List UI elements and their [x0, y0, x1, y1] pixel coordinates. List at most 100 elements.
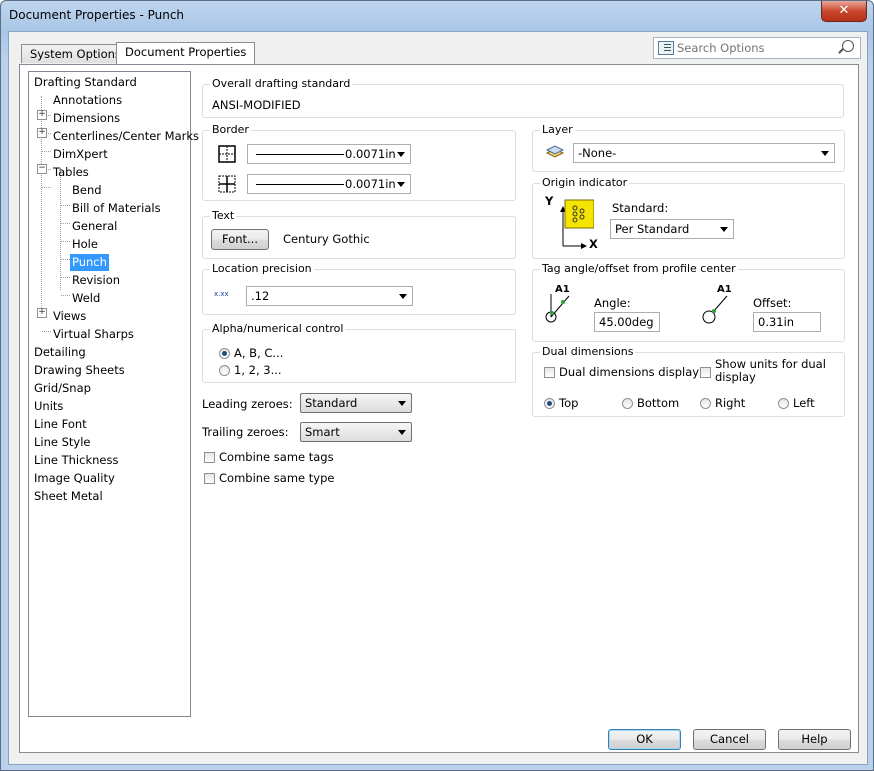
numerical-option-label[interactable]: 1, 2, 3... — [234, 363, 282, 377]
ok-button[interactable]: OK — [608, 729, 681, 750]
cancel-button[interactable]: Cancel — [693, 729, 766, 750]
options-tree[interactable]: Drafting Standard + Annotations + Dimens… — [28, 71, 199, 717]
precision-icon: x.xx — [214, 290, 229, 298]
border-outer-icon — [218, 145, 236, 163]
tag-angle-group: Tag angle/offset from profile center A1 … — [532, 262, 845, 342]
layers-icon — [545, 145, 565, 158]
tree-item-units[interactable]: Units — [32, 398, 65, 415]
overall-standard-value: ANSI-MODIFIED — [212, 98, 301, 112]
chevron-down-icon — [397, 182, 405, 187]
tree-item-general[interactable]: General — [70, 218, 119, 235]
dual-left-label[interactable]: Left — [793, 396, 815, 410]
dual-top-label[interactable]: Top — [559, 396, 578, 410]
tag-offset-icon-text: A1 — [717, 284, 732, 295]
chevron-down-icon — [399, 294, 407, 299]
border-thickness-2-dropdown[interactable]: 0.0071in — [247, 174, 411, 194]
line-sample — [256, 154, 344, 155]
alpha-radio[interactable] — [219, 348, 230, 359]
border-group: Border 0.0071in 0.0071in — [202, 123, 516, 201]
origin-standard-dropdown[interactable]: Per Standard — [610, 219, 734, 239]
location-precision-dropdown[interactable]: .12 — [246, 286, 413, 306]
tree-item-punch[interactable]: Punch — [70, 254, 109, 271]
dual-bottom-label[interactable]: Bottom — [637, 396, 679, 410]
tree-item-drafting-standard[interactable]: Drafting Standard — [32, 74, 139, 91]
tree-item-bend[interactable]: Bend — [70, 182, 104, 199]
combine-type-checkbox[interactable] — [204, 473, 215, 484]
help-button[interactable]: Help — [778, 729, 851, 750]
tree-item-line-thickness[interactable]: Line Thickness — [32, 452, 120, 469]
collapse-icon[interactable]: − — [37, 164, 47, 174]
chevron-down-icon — [398, 401, 406, 406]
combine-type-label[interactable]: Combine same type — [219, 471, 334, 485]
font-name: Century Gothic — [283, 232, 370, 246]
dialog-body: System Options Document Properties Searc… — [8, 31, 868, 765]
expand-icon[interactable]: + — [37, 110, 47, 120]
combine-tags-label[interactable]: Combine same tags — [219, 450, 334, 464]
tree-item-line-style[interactable]: Line Style — [32, 434, 93, 451]
chevron-down-icon — [397, 152, 405, 157]
tree-item-grid-snap[interactable]: Grid/Snap — [32, 380, 93, 397]
expand-icon[interactable]: + — [37, 128, 47, 138]
tree-item-virtual-sharps[interactable]: Virtual Sharps — [51, 326, 136, 343]
tree-item-hole[interactable]: Hole — [70, 236, 100, 253]
alpha-numerical-group: Alpha/numerical control A, B, C... 1, 2,… — [202, 322, 516, 383]
dual-bottom-radio[interactable] — [622, 398, 633, 409]
location-precision-label: Location precision — [210, 262, 314, 275]
tree-item-revision[interactable]: Revision — [70, 272, 122, 289]
tree-item-centerlines[interactable]: Centerlines/Center Marks — [51, 128, 201, 145]
tree-item-annotations[interactable]: Annotations — [51, 92, 124, 109]
chevron-down-icon — [821, 151, 829, 156]
tree-item-image-quality[interactable]: Image Quality — [32, 470, 117, 487]
border-inner-icon — [218, 175, 236, 193]
dual-display-label[interactable]: Dual dimensions display — [559, 365, 699, 379]
close-icon: ✕ — [838, 3, 850, 18]
show-units-checkbox[interactable] — [700, 367, 711, 378]
tree-item-weld[interactable]: Weld — [70, 290, 102, 307]
tree-item-dimxpert[interactable]: DimXpert — [51, 146, 110, 163]
border-thickness-1-dropdown[interactable]: 0.0071in — [247, 144, 411, 164]
tree-item-tables[interactable]: Tables — [51, 164, 91, 181]
combine-tags-checkbox[interactable] — [204, 452, 215, 463]
expand-icon[interactable]: + — [37, 308, 47, 318]
layer-dropdown[interactable]: -None- — [573, 143, 835, 163]
text-label: Text — [210, 209, 237, 222]
tree-item-line-font[interactable]: Line Font — [32, 416, 89, 433]
title-bar[interactable]: Document Properties - Punch ✕ — [1, 1, 873, 31]
dual-right-label[interactable]: Right — [715, 396, 745, 410]
offset-label: Offset: — [753, 296, 792, 310]
leading-zeroes-dropdown[interactable]: Standard — [300, 393, 412, 413]
show-units-label[interactable]: Show units for dual display — [715, 358, 830, 384]
tag-angle-icon-text: A1 — [555, 284, 570, 295]
offset-input[interactable]: 0.31in — [753, 312, 821, 332]
trailing-zeroes-dropdown[interactable]: Smart — [300, 422, 412, 442]
tree-item-views[interactable]: Views — [51, 308, 88, 325]
chevron-down-icon — [398, 430, 406, 435]
window-title: Document Properties - Punch — [9, 8, 185, 22]
search-options-box[interactable] — [653, 37, 861, 59]
search-input[interactable] — [675, 39, 839, 57]
origin-standard-value: Per Standard — [615, 222, 690, 236]
alpha-option-label[interactable]: A, B, C... — [234, 346, 283, 360]
chevron-down-icon — [720, 227, 728, 232]
font-button[interactable]: Font... — [211, 229, 269, 250]
tree-item-sheet-metal[interactable]: Sheet Metal — [32, 488, 105, 505]
tree-item-detailing[interactable]: Detailing — [32, 344, 88, 361]
dual-display-checkbox[interactable] — [544, 367, 555, 378]
tree-item-dimensions[interactable]: Dimensions — [51, 110, 122, 127]
angle-input[interactable]: 45.00deg — [594, 312, 660, 332]
tab-system-options[interactable]: System Options — [21, 44, 130, 63]
tree-item-drawing-sheets[interactable]: Drawing Sheets — [32, 362, 127, 379]
tab-document-properties[interactable]: Document Properties — [116, 42, 256, 64]
alpha-numerical-label: Alpha/numerical control — [210, 322, 346, 335]
options-list-icon[interactable] — [658, 41, 674, 55]
search-icon[interactable] — [842, 40, 854, 52]
dual-right-radio[interactable] — [700, 398, 711, 409]
tree-item-bill-of-materials[interactable]: Bill of Materials — [70, 200, 163, 217]
close-button[interactable]: ✕ — [821, 1, 867, 22]
leading-zeroes-value: Standard — [305, 396, 358, 410]
dual-top-radio[interactable] — [544, 398, 555, 409]
layer-label: Layer — [540, 123, 575, 136]
dual-left-radio[interactable] — [778, 398, 789, 409]
trailing-zeroes-value: Smart — [305, 425, 340, 439]
numerical-radio[interactable] — [219, 365, 230, 376]
